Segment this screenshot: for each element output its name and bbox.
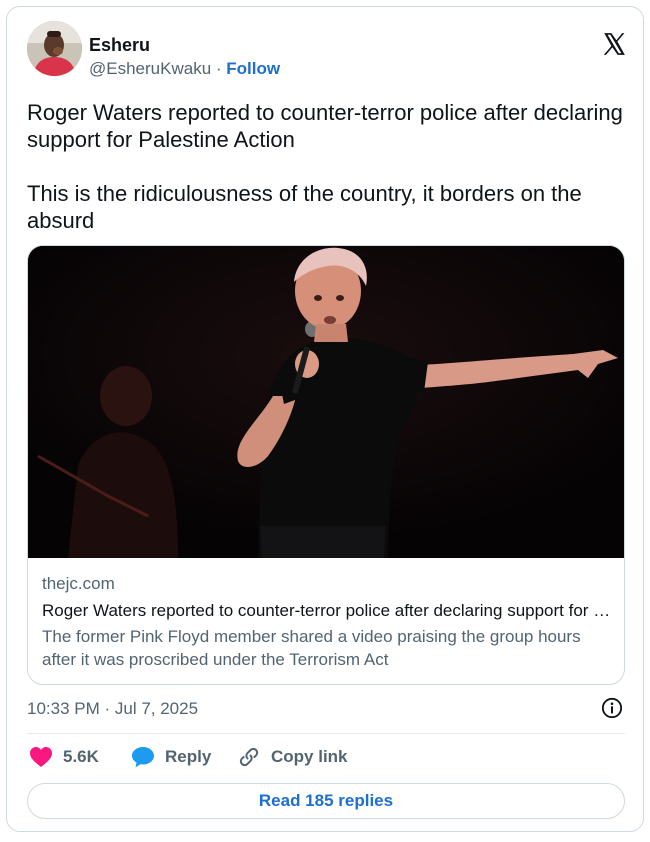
handle[interactable]: @EsheruKwaku (89, 59, 211, 78)
avatar[interactable] (27, 21, 82, 76)
heart-icon (30, 747, 52, 767)
read-replies-button[interactable]: Read 185 replies (27, 783, 625, 819)
copy-link-label: Copy link (271, 747, 348, 766)
handle-row: @EsheruKwaku · Follow (89, 59, 280, 79)
link-icon (239, 747, 259, 767)
x-logo-icon[interactable] (601, 31, 627, 57)
like-button[interactable]: 5.6K (29, 740, 99, 774)
reply-label: Reply (165, 747, 212, 766)
timestamp-row: 10:33 PM · Jul 7, 2025 (27, 697, 625, 721)
link-preview-meta: thejc.com Roger Waters reported to count… (42, 574, 612, 671)
tweet-text: Roger Waters reported to counter-terror … (27, 99, 627, 234)
timestamp[interactable]: 10:33 PM · Jul 7, 2025 (27, 699, 198, 719)
concert-photo (28, 246, 624, 558)
link-title[interactable]: Roger Waters reported to counter-terror … (42, 601, 612, 621)
tweet-text-line-1: Roger Waters reported to counter-terror … (27, 100, 623, 152)
like-count: 5.6K (63, 747, 99, 766)
link-preview-card[interactable]: thejc.com Roger Waters reported to count… (27, 245, 625, 685)
follow-button[interactable]: Follow (226, 59, 280, 78)
separator: · (211, 59, 227, 78)
link-domain: thejc.com (42, 574, 115, 593)
avatar-image (27, 21, 82, 76)
link-preview-image[interactable] (28, 246, 624, 558)
reply-button[interactable]: Reply (131, 740, 211, 774)
reply-bubble-icon (132, 747, 154, 768)
info-icon[interactable] (601, 697, 623, 719)
divider (27, 733, 625, 734)
tweet-header: Esheru @EsheruKwaku · Follow (27, 21, 627, 81)
link-description: The former Pink Floyd member shared a vi… (42, 627, 581, 669)
tweet-card[interactable]: Esheru @EsheruKwaku · Follow Roger Water… (6, 6, 644, 832)
copy-link-button[interactable]: Copy link (237, 740, 348, 774)
display-name[interactable]: Esheru (89, 35, 150, 56)
tweet-text-line-2: This is the ridiculousness of the countr… (27, 181, 582, 233)
actions-row: 5.6K Reply Copy link (27, 740, 625, 774)
